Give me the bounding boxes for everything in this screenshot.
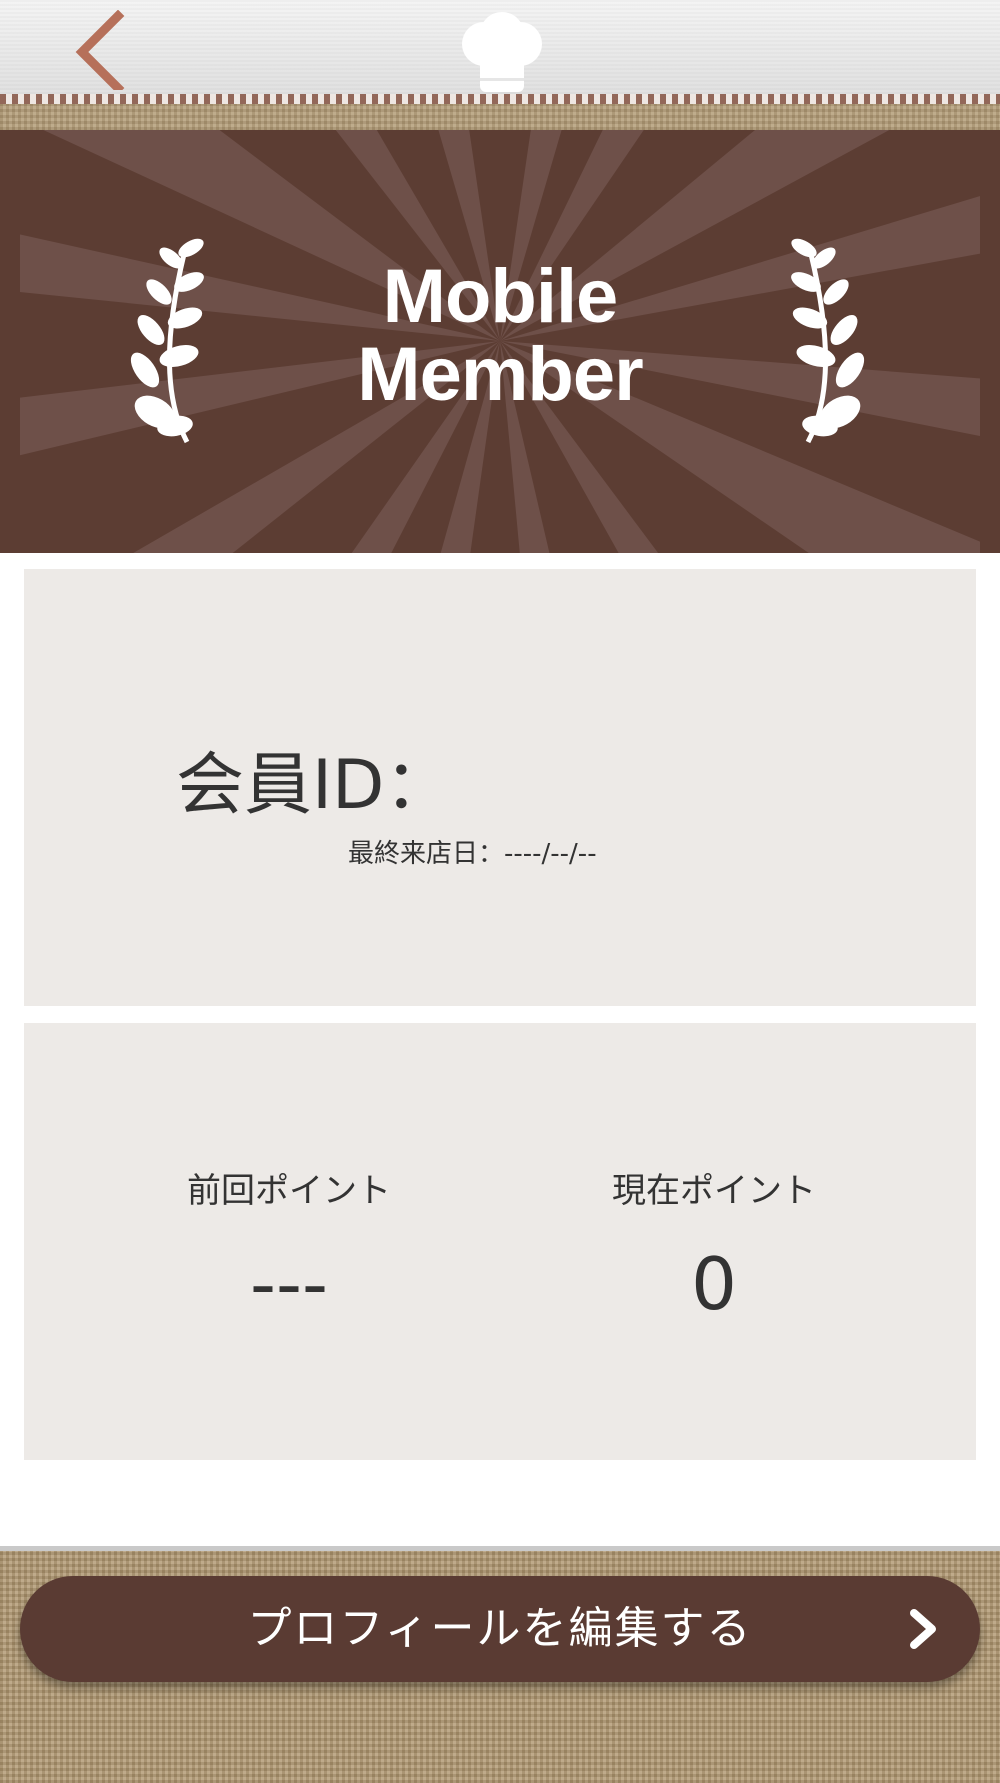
member-id-card: 会員ID： 最終来店日：----/--/--: [24, 569, 976, 1006]
back-button[interactable]: [66, 9, 136, 95]
banner-title-line1: Mobile: [382, 254, 619, 339]
chef-hat-icon: [462, 12, 542, 92]
previous-points-value: ---: [250, 1242, 328, 1326]
current-points-label: 現在ポイント: [612, 1171, 816, 1211]
points-card: 前回ポイント --- 現在ポイント 0: [24, 1023, 976, 1460]
current-points-value: 0: [691, 1242, 737, 1326]
header-burlap-strip: [0, 104, 1000, 130]
top-header: [0, 0, 1000, 130]
mobile-member-banner: Mobile Member: [0, 130, 1000, 553]
edit-profile-label: プロフィールを編集する: [247, 1603, 753, 1654]
current-points: 現在ポイント 0: [524, 1163, 904, 1326]
footer-bar: プロフィールを編集する: [0, 1546, 1000, 1783]
banner-title-line2: Member: [357, 332, 643, 417]
banner-title: Mobile Member: [0, 258, 1000, 414]
previous-points: 前回ポイント ---: [99, 1163, 479, 1326]
member-id-label: 会員ID：: [176, 746, 453, 825]
chevron-left-icon: [75, 9, 125, 95]
edit-profile-button[interactable]: プロフィールを編集する: [20, 1576, 980, 1682]
previous-points-label: 前回ポイント: [187, 1171, 391, 1211]
chevron-right-icon: [910, 1609, 936, 1649]
last-visit-date: 最終来店日：----/--/--: [348, 839, 597, 869]
header-checker-border: [0, 94, 1000, 104]
